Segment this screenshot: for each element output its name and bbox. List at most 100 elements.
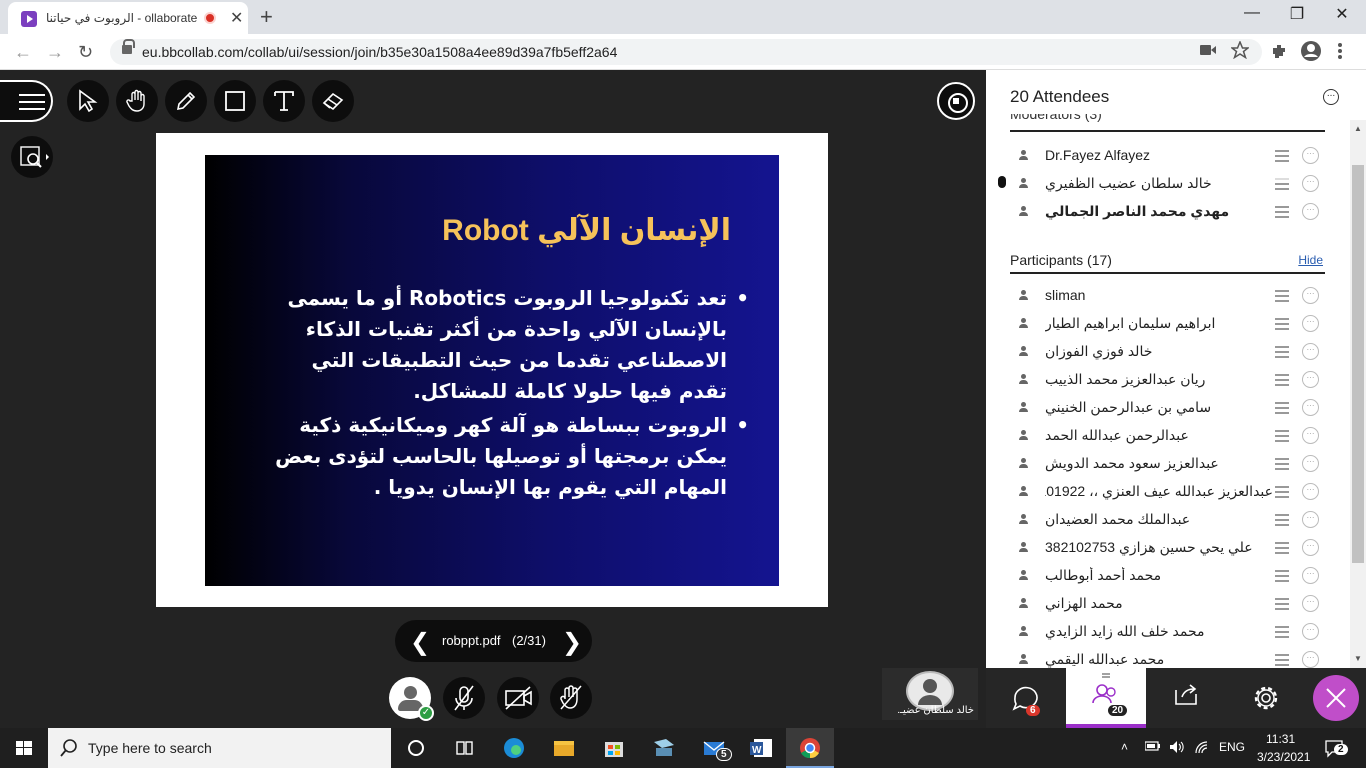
pencil-tool-button[interactable] [165, 80, 207, 122]
select-tool-button[interactable] [67, 80, 109, 122]
moderator-row[interactable]: خالد سلطان عضيب الظفيري ··· [1010, 169, 1325, 197]
next-page-button[interactable]: ❯ [562, 628, 582, 657]
new-tab-button[interactable]: + [260, 4, 273, 30]
extensions-icon[interactable] [1271, 43, 1287, 59]
text-tool-button[interactable] [263, 80, 305, 122]
mail-icon[interactable]: 5 [690, 728, 738, 768]
attendee-options-icon[interactable]: ··· [1302, 371, 1319, 388]
attendee-options-icon[interactable]: ··· [1302, 427, 1319, 444]
attendee-options-icon[interactable]: ··· [1302, 539, 1319, 556]
store-icon[interactable] [590, 728, 638, 768]
attendee-list-icon[interactable] [1275, 514, 1289, 526]
window-close-button[interactable]: ✕ [1320, 4, 1364, 24]
clock-date[interactable]: 3/23/2021 [1257, 750, 1310, 764]
attendee-options-icon[interactable]: ··· [1302, 483, 1319, 500]
attendee-list-icon[interactable] [1275, 206, 1289, 218]
attendee-list-icon[interactable] [1275, 290, 1289, 302]
attendee-options-icon[interactable]: ··· [1302, 595, 1319, 612]
scroll-thumb[interactable] [1352, 165, 1364, 563]
participant-row[interactable]: محمد خلف الله زايد الزايدي ··· [1010, 617, 1325, 645]
attendee-options-icon[interactable]: ··· [1302, 287, 1319, 304]
participant-row[interactable]: عبدالعزيز عبدالله عيف العنزي ،، 2101922.… [1010, 477, 1325, 505]
url-text[interactable]: eu.bbcollab.com/collab/ui/session/join/b… [142, 44, 617, 60]
microphone-toggle-button[interactable] [443, 677, 485, 719]
attendee-options-icon[interactable]: ··· [1302, 175, 1319, 192]
browser-tab[interactable]: الروبوت في حياتنا - ollaborate ✕ [8, 2, 248, 34]
back-button[interactable]: ← [14, 42, 32, 63]
minimize-button[interactable]: — [1230, 4, 1274, 22]
maximize-button[interactable]: ❐ [1275, 4, 1319, 24]
participant-row[interactable]: محمد عبدالله اليقمي ··· [1010, 645, 1325, 668]
raise-hand-button[interactable] [550, 677, 592, 719]
network-icon[interactable] [1194, 740, 1210, 754]
profile-icon[interactable] [1300, 40, 1322, 62]
attendee-options-icon[interactable]: ··· [1302, 511, 1319, 528]
edge-icon[interactable] [490, 728, 538, 768]
attendee-options-icon[interactable]: ··· [1302, 623, 1319, 640]
attendee-options-icon[interactable]: ··· [1302, 399, 1319, 416]
attendee-list-icon[interactable] [1275, 430, 1289, 442]
attendee-list-icon[interactable] [1275, 570, 1289, 582]
forward-button[interactable]: → [46, 42, 64, 63]
participant-row[interactable]: علي يحي حسين هزازي 382102753 ··· [1010, 533, 1325, 561]
attendee-list-icon[interactable] [1275, 318, 1289, 330]
scroll-up-arrow[interactable]: ▲ [1354, 124, 1362, 133]
attendee-list-icon[interactable] [1275, 178, 1289, 190]
hide-participants-link[interactable]: Hide [1298, 253, 1323, 267]
cortana-icon[interactable] [392, 728, 440, 768]
tab-close-icon[interactable]: ✕ [230, 8, 243, 28]
participant-row[interactable]: محمد الهزاني ··· [1010, 589, 1325, 617]
participant-row[interactable]: عبدالملك محمد العضيدان ··· [1010, 505, 1325, 533]
moderator-row[interactable]: مهدي محمد الناصر الجمالي ··· [1010, 197, 1325, 225]
attendee-list-icon[interactable] [1275, 150, 1289, 162]
attendee-list-icon[interactable] [1275, 542, 1289, 554]
attendee-options-icon[interactable]: ··· [1302, 315, 1319, 332]
language-indicator[interactable]: ENG [1219, 740, 1245, 754]
participant-row[interactable]: sliman ··· [1010, 281, 1325, 309]
scroll-down-arrow[interactable]: ▼ [1354, 654, 1362, 663]
attendee-options-icon[interactable]: ··· [1302, 567, 1319, 584]
settings-tab[interactable] [1226, 668, 1306, 728]
participant-row[interactable]: ريان عبدالعزيز محمد الذييب ··· [1010, 365, 1325, 393]
participant-row[interactable]: خالد فوزي الفوزان ··· [1010, 337, 1325, 365]
stop-sharing-button[interactable] [937, 82, 975, 120]
attendee-options-icon[interactable]: ··· [1302, 651, 1319, 668]
word-icon[interactable]: W [738, 728, 786, 768]
taskbar-search[interactable]: Type here to search [48, 728, 391, 768]
zoom-tool-button[interactable] [11, 136, 53, 178]
clock-time[interactable]: 11:31 [1266, 732, 1295, 746]
reload-button[interactable]: ↻ [78, 42, 93, 63]
camera-toggle-button[interactable] [497, 677, 539, 719]
attendee-list-icon[interactable] [1275, 458, 1289, 470]
attendee-options-icon[interactable]: ··· [1302, 147, 1319, 164]
share-content-tab[interactable] [1146, 668, 1226, 728]
attendee-options-icon[interactable]: ··· [1302, 455, 1319, 472]
participant-row[interactable]: سامي بن عبدالرحمن الخنيني ··· [1010, 393, 1325, 421]
attendee-options-icon[interactable]: ··· [1302, 203, 1319, 220]
computer-app-icon[interactable] [640, 728, 688, 768]
attendee-list-icon[interactable] [1275, 626, 1289, 638]
chat-tab[interactable]: 6 [986, 668, 1066, 728]
tray-overflow-icon[interactable]: ˄ [1121, 740, 1128, 754]
panel-more-icon[interactable]: ... [1323, 89, 1339, 105]
previous-page-button[interactable]: ❮ [410, 628, 430, 657]
task-view-icon[interactable] [440, 728, 488, 768]
participant-row[interactable]: ابراهيم سليمان ابراهيم الطيار ··· [1010, 309, 1325, 337]
panel-scrollbar[interactable]: ▲ ▼ [1350, 120, 1366, 668]
close-panel-button[interactable] [1313, 675, 1359, 721]
my-status-button[interactable]: ✓ [389, 677, 434, 721]
bookmark-star-icon[interactable] [1231, 41, 1249, 59]
volume-icon[interactable] [1169, 740, 1185, 754]
attendee-list-icon[interactable] [1275, 402, 1289, 414]
start-button[interactable] [0, 728, 48, 768]
attendee-list-icon[interactable] [1275, 346, 1289, 358]
battery-icon[interactable] [1145, 740, 1161, 752]
participant-row[interactable]: عبدالعزيز سعود محمد الدويش ··· [1010, 449, 1325, 477]
participant-row[interactable]: محمد أحمد أبوطالب ··· [1010, 561, 1325, 589]
lock-icon[interactable] [122, 39, 135, 54]
attendee-list-icon[interactable] [1275, 374, 1289, 386]
attendee-list-icon[interactable] [1275, 486, 1289, 498]
participant-row[interactable]: عبدالرحمن عبدالله الحمد ··· [1010, 421, 1325, 449]
shape-tool-button[interactable] [214, 80, 256, 122]
pan-tool-button[interactable] [116, 80, 158, 122]
